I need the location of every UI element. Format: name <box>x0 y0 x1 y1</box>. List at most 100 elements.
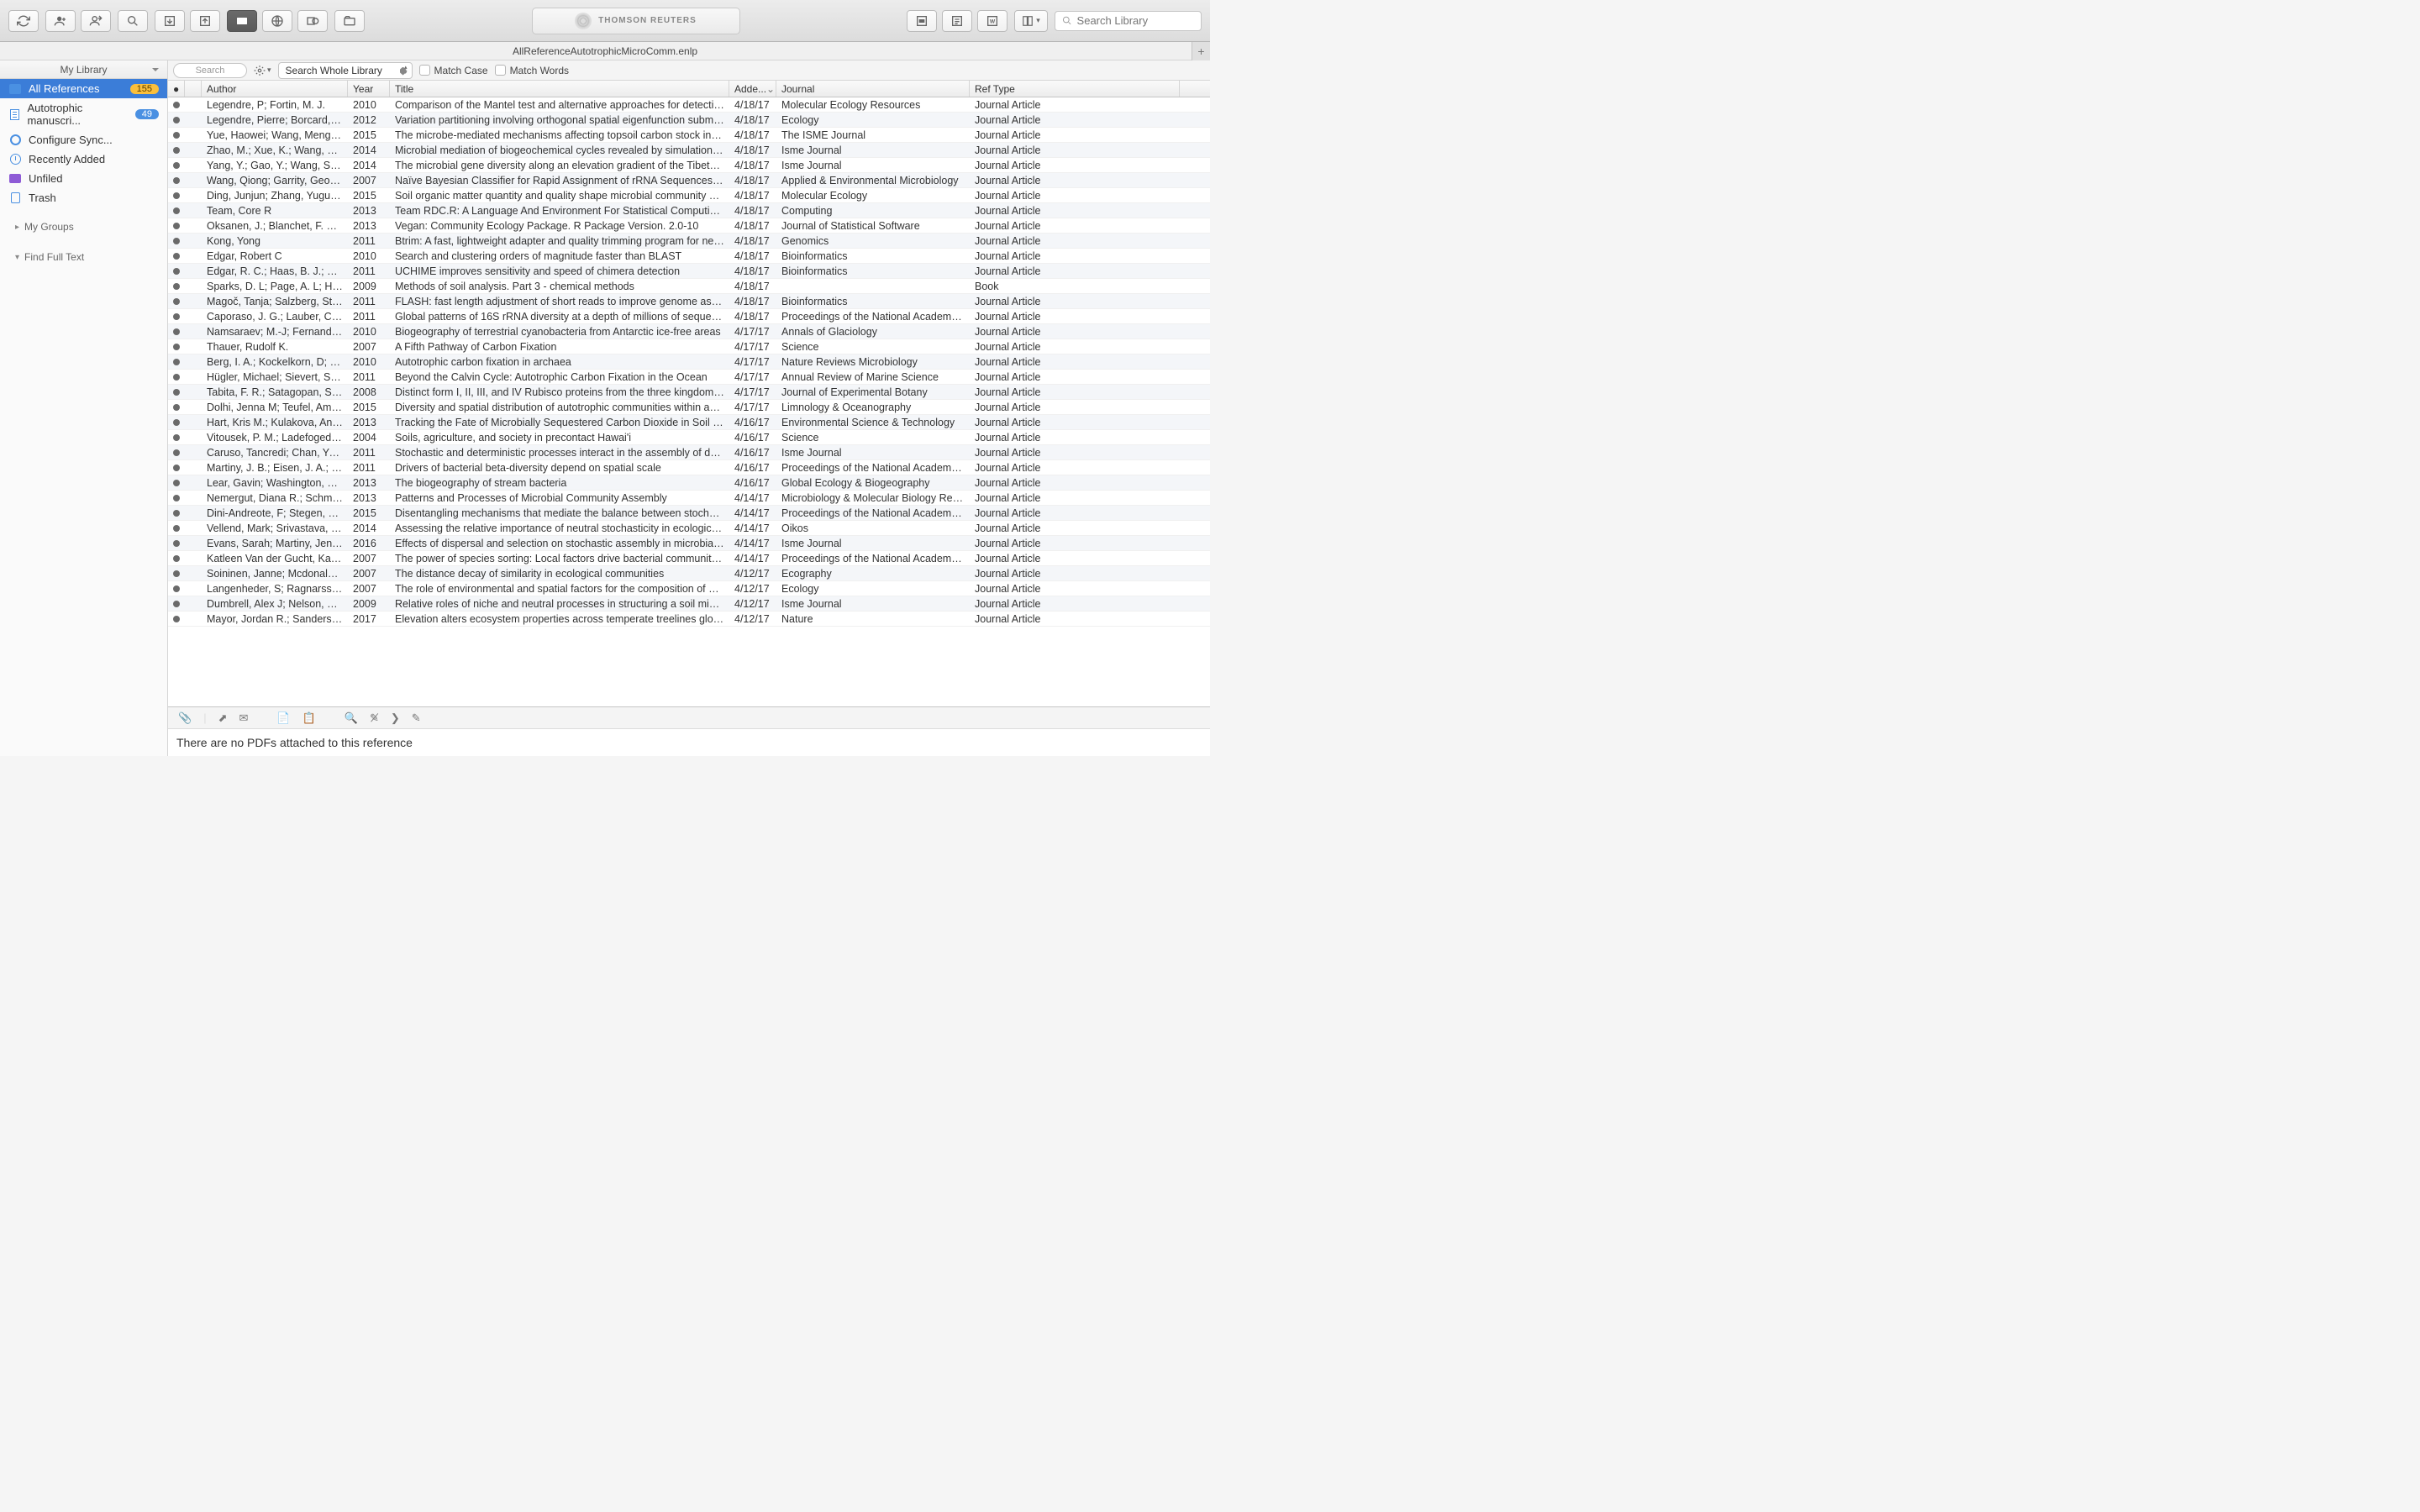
table-row[interactable]: Vitousek, P. M.; Ladefoged, T....2004Soi… <box>168 430 1210 445</box>
table-row[interactable]: Namsaraev; M.-J; Fernandez;...2010Biogeo… <box>168 324 1210 339</box>
copy-icon[interactable]: 📋 <box>302 711 316 725</box>
col-attachment[interactable] <box>185 81 202 97</box>
table-row[interactable]: Sparks, D. L; Page, A. L; Helm...2009Met… <box>168 279 1210 294</box>
cell-ref: Journal Article <box>970 416 1180 429</box>
edit-icon[interactable]: ✎ <box>412 711 421 725</box>
sync-button[interactable] <box>8 10 39 32</box>
save-icon[interactable]: 📄 <box>276 711 290 725</box>
table-row[interactable]: Wang, Qiong; Garrity, George...2007Naïve… <box>168 173 1210 188</box>
table-row[interactable]: Edgar, R. C.; Haas, B. J.; Cle...2011UCH… <box>168 264 1210 279</box>
table-row[interactable]: Hügler, Michael; Sievert, Stefa...2011Be… <box>168 370 1210 385</box>
sidebar-item-3[interactable]: Recently Added <box>0 150 167 169</box>
table-row[interactable]: Nemergut, Diana R.; Schmidt,...2013Patte… <box>168 491 1210 506</box>
email-icon[interactable]: ✉ <box>239 711 248 725</box>
sidebar-item-1[interactable]: Autotrophic manuscri...49 <box>0 98 167 130</box>
cell-title: Vegan: Community Ecology Package. R Pack… <box>390 219 729 233</box>
import-button[interactable] <box>155 10 185 32</box>
table-row[interactable]: Team, Core R2013Team RDC.R: A Language A… <box>168 203 1210 218</box>
attachment-icon[interactable]: 📎 <box>178 711 192 725</box>
col-journal[interactable]: Journal <box>776 81 970 97</box>
zoom-icon[interactable]: 🔍 <box>345 711 358 725</box>
table-row[interactable]: Vellend, Mark; Srivastava, Dia...2014Ass… <box>168 521 1210 536</box>
cell-year: 2012 <box>348 113 390 127</box>
sidebar-item-0[interactable]: All References155 <box>0 79 167 98</box>
quick-search[interactable]: Search <box>173 63 247 78</box>
col-ref-type[interactable]: Ref Type <box>970 81 1180 97</box>
table-row[interactable]: Martiny, J. B.; Eisen, J. A.; Pe...2011D… <box>168 460 1210 475</box>
export-button[interactable] <box>190 10 220 32</box>
table-row[interactable]: Legendre, P; Fortin, M. J.2010Comparison… <box>168 97 1210 113</box>
library-search-input[interactable] <box>1077 14 1194 27</box>
format-button[interactable] <box>942 10 972 32</box>
share-button[interactable] <box>81 10 111 32</box>
cell-year: 2015 <box>348 129 390 142</box>
table-row[interactable]: Lear, Gavin; Washington, Vidy...2013The … <box>168 475 1210 491</box>
table-row[interactable]: Dumbrell, Alex J; Nelson, Mich...2009Rel… <box>168 596 1210 612</box>
cell-title: The microbe-mediated mechanisms affectin… <box>390 129 729 142</box>
table-row[interactable]: Edgar, Robert C2010Search and clustering… <box>168 249 1210 264</box>
layout-button[interactable]: ▾ <box>1014 10 1048 32</box>
table-row[interactable]: Ding, Junjun; Zhang, Yuguang...2015Soil … <box>168 188 1210 203</box>
group-my-groups[interactable]: My Groups <box>0 216 167 238</box>
table-row[interactable]: Hart, Kris M.; Kulakova, Anna...2013Trac… <box>168 415 1210 430</box>
table-row[interactable]: Katleen Van der Gucht, Karl C...2007The … <box>168 551 1210 566</box>
cell-author: Thauer, Rudolf K. <box>202 340 348 354</box>
col-year[interactable]: Year <box>348 81 390 97</box>
table-row[interactable]: Magoč, Tanja; Salzberg, Steve...2011FLAS… <box>168 294 1210 309</box>
table-row[interactable]: Legendre, Pierre; Borcard, Da...2012Vari… <box>168 113 1210 128</box>
table-row[interactable]: Evans, Sarah; Martiny, Jennife...2016Eff… <box>168 536 1210 551</box>
col-author[interactable]: Author <box>202 81 348 97</box>
word-button[interactable]: W <box>977 10 1007 32</box>
table-row[interactable]: Soininen, Janne; Mcdonald, R...2007The d… <box>168 566 1210 581</box>
quote-button[interactable] <box>907 10 937 32</box>
table-row[interactable]: Kong, Yong2011Btrim: A fast, lightweight… <box>168 234 1210 249</box>
unread-dot <box>173 192 180 199</box>
table-row[interactable]: Zhao, M.; Xue, K.; Wang, F.; Li...2014Mi… <box>168 143 1210 158</box>
cell-year: 2011 <box>348 234 390 248</box>
search-refs-button[interactable] <box>118 10 148 32</box>
table-row[interactable]: Thauer, Rudolf K.2007A Fifth Pathway of … <box>168 339 1210 354</box>
cell-author: Sparks, D. L; Page, A. L; Helm... <box>202 280 348 293</box>
match-words-checkbox[interactable]: Match Words <box>495 65 569 76</box>
integrated-button[interactable] <box>297 10 328 32</box>
next-icon[interactable]: ❯ <box>391 711 400 725</box>
col-added[interactable]: Adde... <box>729 81 776 97</box>
search-options-button[interactable]: ▾ <box>254 65 271 76</box>
reference-table[interactable]: ● Author Year Title Adde... Journal Ref … <box>168 81 1210 706</box>
table-row[interactable]: Caruso, Tancredi; Chan, Yuki;...2011Stoc… <box>168 445 1210 460</box>
match-case-checkbox[interactable]: Match Case <box>419 65 488 76</box>
table-row[interactable]: Yue, Haowei; Wang, Mengme...2015The micr… <box>168 128 1210 143</box>
table-row[interactable]: Tabita, F. R.; Satagopan, S; H...2008Dis… <box>168 385 1210 400</box>
table-row[interactable]: Langenheder, S; Ragnarsson, H2007The rol… <box>168 581 1210 596</box>
cell-added: 4/18/17 <box>729 113 776 127</box>
add-user-button[interactable] <box>45 10 76 32</box>
local-library-button[interactable] <box>227 10 257 32</box>
sidebar-item-5[interactable]: Trash <box>0 188 167 207</box>
highlight-icon[interactable]: ✎̸ <box>370 711 379 725</box>
group-find-full-text[interactable]: Find Full Text <box>0 246 167 268</box>
library-search[interactable] <box>1055 11 1202 31</box>
table-row[interactable]: Dolhi, Jenna M; Teufel, Amber...2015Dive… <box>168 400 1210 415</box>
col-read[interactable]: ● <box>168 81 185 97</box>
col-title[interactable]: Title <box>390 81 729 97</box>
cell-added: 4/12/17 <box>729 567 776 580</box>
add-tab-button[interactable]: + <box>1192 42 1210 60</box>
table-row[interactable]: Oksanen, J.; Blanchet, F. G.;...2013Vega… <box>168 218 1210 234</box>
table-row[interactable]: Dini-Andreote, F; Stegen, J. C...2015Dis… <box>168 506 1210 521</box>
open-pdf-icon[interactable]: ⬈ <box>218 711 228 725</box>
sidebar-item-4[interactable]: Unfiled <box>0 169 167 188</box>
table-row[interactable]: Berg, I. A.; Kockelkorn, D; Ra...2010Aut… <box>168 354 1210 370</box>
library-dropdown[interactable]: My Library <box>0 60 167 79</box>
table-row[interactable]: Yang, Y.; Gao, Y.; Wang, S.; X...2014The… <box>168 158 1210 173</box>
cell-title: Biogeography of terrestrial cyanobacteri… <box>390 325 729 339</box>
cell-title: A Fifth Pathway of Carbon Fixation <box>390 340 729 354</box>
cell-added: 4/16/17 <box>729 476 776 490</box>
online-button[interactable] <box>262 10 292 32</box>
new-group-button[interactable] <box>334 10 365 32</box>
unread-dot <box>173 585 180 592</box>
search-scope-select[interactable]: Search Whole Library ▴▾ <box>278 62 413 79</box>
sidebar-item-2[interactable]: Configure Sync... <box>0 130 167 150</box>
table-row[interactable]: Mayor, Jordan R.; Sanders, N...2017Eleva… <box>168 612 1210 627</box>
table-row[interactable]: Caporaso, J. G.; Lauber, C. L.;...2011Gl… <box>168 309 1210 324</box>
cell-author: Legendre, P; Fortin, M. J. <box>202 98 348 112</box>
